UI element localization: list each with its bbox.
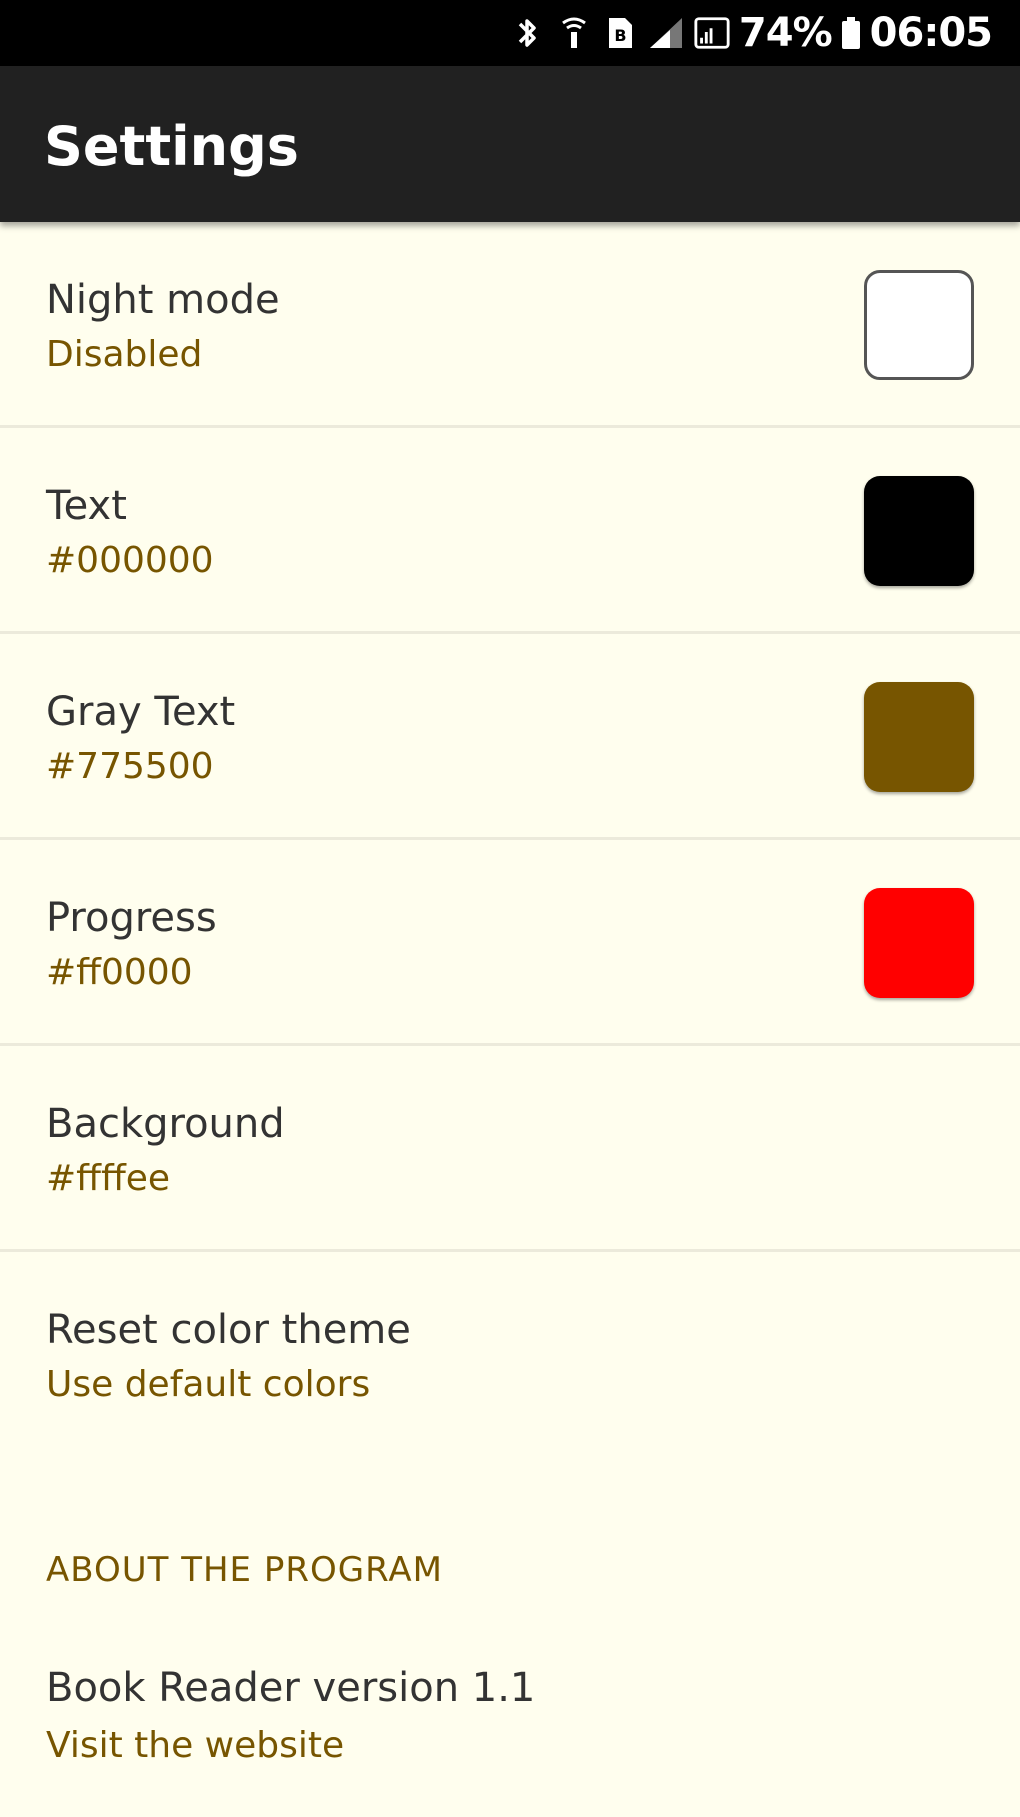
clock: 06:05 xyxy=(869,10,993,56)
wifi-calling-icon xyxy=(555,14,593,52)
svg-text:B: B xyxy=(614,26,626,45)
bluetooth-icon xyxy=(509,14,547,52)
pref-title: Night mode xyxy=(46,277,280,323)
pref-title: Reset color theme xyxy=(46,1307,411,1353)
status-bar: B 74% 06:05 xyxy=(0,0,1020,66)
pref-progress-color[interactable]: Progress #ff0000 xyxy=(0,840,1020,1046)
page-title: Settings xyxy=(44,115,299,178)
night-mode-checkbox[interactable] xyxy=(864,270,974,380)
pref-summary: #ff0000 xyxy=(46,952,193,993)
pref-title: Text xyxy=(46,483,127,529)
pref-title: Background xyxy=(46,1101,285,1147)
pref-summary: #ffffee xyxy=(46,1158,171,1199)
pref-summary: Use default colors xyxy=(46,1364,371,1405)
cast-icon xyxy=(693,14,731,52)
sim-icon: B xyxy=(601,14,639,52)
pref-summary: #000000 xyxy=(46,540,214,581)
pref-night-mode[interactable]: Night mode Disabled xyxy=(0,222,1020,428)
pref-reset-color-theme[interactable]: Reset color theme Use default colors xyxy=(0,1252,1020,1458)
battery-icon xyxy=(840,14,862,52)
gray-text-color-swatch[interactable] xyxy=(864,682,974,792)
section-header-about: ABOUT THE PROGRAM xyxy=(46,1550,443,1590)
status-icons: B 74% 06:05 xyxy=(509,10,993,56)
pref-gray-text-color[interactable]: Gray Text #775500 xyxy=(0,634,1020,840)
pref-title: Gray Text xyxy=(46,689,236,735)
about-version-title[interactable]: Book Reader version 1.1 xyxy=(46,1668,535,1708)
signal-icon xyxy=(647,14,685,52)
app-bar: Settings xyxy=(0,66,1020,222)
progress-color-swatch[interactable] xyxy=(864,888,974,998)
battery-percent: 74% xyxy=(738,10,833,56)
pref-summary: Disabled xyxy=(46,334,203,375)
text-color-swatch[interactable] xyxy=(864,476,974,586)
visit-website-link[interactable]: Visit the website xyxy=(46,1728,344,1764)
pref-background-color[interactable]: Background #ffffee xyxy=(0,1046,1020,1252)
pref-text-color[interactable]: Text #000000 xyxy=(0,428,1020,634)
pref-summary: #775500 xyxy=(46,746,214,787)
pref-title: Progress xyxy=(46,895,217,941)
settings-list: Night mode Disabled Text #000000 Gray Te… xyxy=(0,222,1020,1458)
